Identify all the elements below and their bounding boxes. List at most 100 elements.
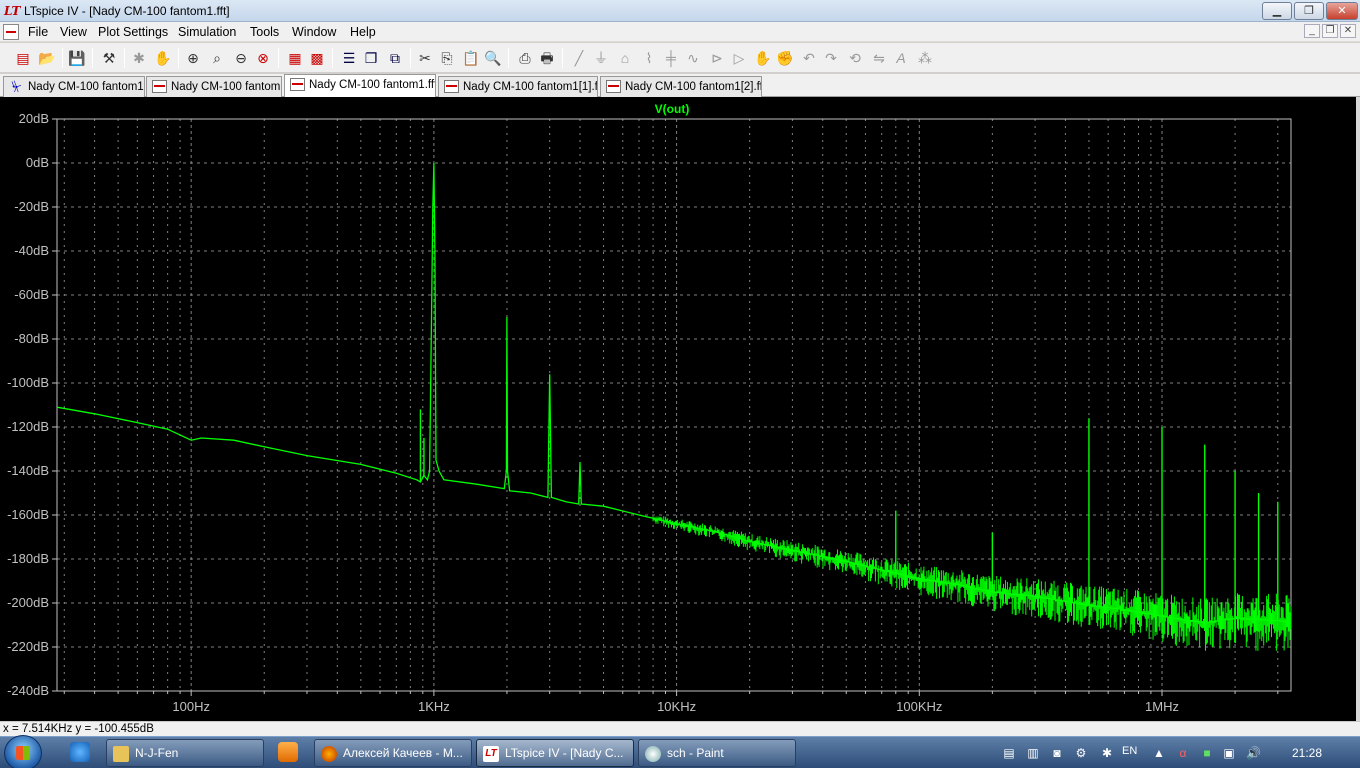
new-schematic-icon[interactable]: ▤ [14, 49, 32, 67]
menu-simulation[interactable]: Simulation [178, 25, 236, 39]
title-bar: LT LTspice IV - [Nady CM-100 fantom1.fft… [0, 0, 1360, 22]
trace-label[interactable]: V(out) [655, 102, 690, 116]
mdi-close-button[interactable]: ✕ [1340, 24, 1356, 38]
cascade-icon[interactable]: ❐ [362, 49, 380, 67]
zoom-in-icon[interactable]: ⊕ [184, 49, 202, 67]
x-tick-label: 10KHz [657, 699, 696, 714]
clock[interactable]: 21:28 [1292, 746, 1322, 760]
paste-icon[interactable]: 📋 [462, 49, 480, 67]
bluetooth-tray-icon[interactable]: ✱ [1100, 746, 1114, 760]
zoom-area-icon[interactable]: ⌕ [208, 49, 226, 67]
toolbar-separator [178, 48, 179, 68]
taskbar-item-paint[interactable]: sch - Paint [638, 739, 796, 767]
close-window-icon[interactable]: ⧉ [386, 49, 404, 67]
tab-fft-1[interactable]: Nady CM-100 fantom1[1].fft [438, 76, 598, 97]
ground-icon[interactable]: ⏚ [592, 49, 610, 67]
menu-plot-settings[interactable]: Plot Settings [98, 25, 168, 39]
mdi-restore-button[interactable]: ❐ [1322, 24, 1338, 38]
fft-chart[interactable]: 20dB 0dB -20dB -40dB -60dB -80dB -100dB -120dB -… [0, 97, 1356, 721]
waveform-plot[interactable]: 20dB 0dB -20dB -40dB -60dB -80dB -100dB -120dB -… [0, 97, 1356, 721]
undo-icon[interactable]: ↶ [800, 49, 818, 67]
inductor-icon[interactable]: ∿ [684, 49, 702, 67]
menu-tools[interactable]: Tools [250, 25, 279, 39]
menu-help[interactable]: Help [350, 25, 376, 39]
window-title: LTspice IV - [Nady CM-100 fantom1.fft] [24, 4, 230, 18]
redo-icon[interactable]: ↷ [822, 49, 840, 67]
start-button[interactable] [4, 735, 42, 768]
rotate-icon[interactable]: ⟲ [846, 49, 864, 67]
run-icon[interactable]: ✱ [130, 49, 148, 67]
print-preview-icon[interactable]: ⎙ [516, 49, 534, 67]
component-icon[interactable]: ▷ [730, 49, 748, 67]
wire-icon[interactable]: ╱ [570, 49, 588, 67]
waveform-icon [290, 78, 305, 91]
move-icon[interactable]: ✋ [754, 49, 772, 67]
media-player-icon[interactable] [278, 742, 298, 762]
taskbar-item-ltspice[interactable]: LT LTspice IV - [Nady C... [476, 739, 634, 767]
display-tray-icon[interactable]: ▣ [1222, 746, 1236, 760]
mirror-icon[interactable]: ⇋ [870, 49, 888, 67]
toolbar: ▤ 📂 💾 ⚒ ✱ ✋ ⊕ ⌕ ⊖ ⊗ ▦ ▩ ☰ ❐ ⧉ ✂ ⎘ 📋 🔍 ⎙ … [0, 43, 1360, 73]
alpha-tray-icon[interactable]: α [1176, 746, 1190, 760]
toolbar-separator [124, 48, 125, 68]
taskbar-item-folder[interactable]: N-J-Fen [106, 739, 264, 767]
y-tick-label: -20dB [14, 199, 49, 214]
menu-view[interactable]: View [60, 25, 87, 39]
document-waveform-icon[interactable] [3, 24, 19, 40]
menu-bar: File View Plot Settings Simulation Tools… [0, 22, 1360, 42]
copy-icon[interactable]: ⎘ [438, 49, 456, 67]
resistor-icon[interactable]: ⌇ [640, 49, 658, 67]
diode-icon[interactable]: ⊳ [708, 49, 726, 67]
mdi-minimize-button[interactable]: _ [1304, 24, 1320, 38]
print-icon[interactable]: 🖶 [538, 49, 556, 67]
spice-directive-icon[interactable]: ⁂ [916, 49, 934, 67]
folder-icon [113, 746, 129, 762]
halt-icon[interactable]: ✋ [154, 49, 172, 67]
autorange-icon[interactable]: ▦ [286, 49, 304, 67]
save-icon[interactable]: 💾 [68, 49, 86, 67]
documents-tray-icon[interactable]: ▥ [1026, 746, 1040, 760]
minimize-button[interactable]: ▁ [1262, 2, 1292, 20]
network-tray-icon[interactable]: ◙ [1050, 746, 1064, 760]
x-tick-label: 1KHz [418, 699, 450, 714]
taskbar-label: LTspice IV - [Nady C... [505, 746, 624, 760]
tab-schematic[interactable]: ⏧ Nady CM-100 fantom1 [3, 76, 145, 97]
y-tick-label: -220dB [7, 639, 49, 654]
label-net-icon[interactable]: ⌂ [616, 49, 634, 67]
y-tick-label: -140dB [7, 463, 49, 478]
settings-tray-icon[interactable]: ⚙ [1074, 746, 1088, 760]
text-icon[interactable]: A [892, 49, 910, 67]
tile-horizontal-icon[interactable]: ☰ [340, 49, 358, 67]
close-button[interactable]: ✕ [1326, 2, 1358, 20]
menu-file[interactable]: File [28, 25, 48, 39]
open-folder-icon[interactable]: 📂 [38, 49, 56, 67]
language-indicator[interactable]: EN [1122, 745, 1137, 757]
cut-icon[interactable]: ✂ [416, 49, 434, 67]
zoom-out-icon[interactable]: ⊖ [232, 49, 250, 67]
tab-waveform[interactable]: Nady CM-100 fantom1 [146, 76, 282, 97]
scrollbar[interactable] [1356, 97, 1360, 721]
internet-explorer-icon[interactable] [70, 742, 90, 762]
menu-window[interactable]: Window [292, 25, 336, 39]
control-panel-icon[interactable]: ⚒ [100, 49, 118, 67]
tab-fft-2[interactable]: Nady CM-100 fantom1[2].fft [600, 76, 762, 97]
drag-icon[interactable]: ✊ [776, 49, 794, 67]
battery-tray-icon[interactable]: ■ [1200, 746, 1214, 760]
toolbar-separator [92, 48, 93, 68]
restore-button[interactable]: ❐ [1294, 2, 1324, 20]
tab-label: Nady CM-100 fantom1 [28, 81, 144, 93]
find-icon[interactable]: 🔍 [484, 49, 502, 67]
y-tick-label: -120dB [7, 419, 49, 434]
capacitor-icon[interactable]: ╪ [662, 49, 680, 67]
toolbar-separator [332, 48, 333, 68]
y-tick-label: -100dB [7, 375, 49, 390]
toolbar-separator [410, 48, 411, 68]
tab-fft-active[interactable]: Nady CM-100 fantom1.fft [284, 74, 436, 97]
taskbar-item-firefox[interactable]: Алексей Качеев - М... [314, 739, 472, 767]
volume-icon[interactable]: 🔊 [1246, 746, 1261, 760]
explorer-tray-icon[interactable]: ▤ [1002, 746, 1016, 760]
zoom-fit-icon[interactable]: ⊗ [254, 49, 272, 67]
grid-icon[interactable]: ▩ [308, 49, 326, 67]
show-hidden-icons-icon[interactable]: ▲ [1152, 746, 1166, 760]
tab-label: Nady CM-100 fantom1[2].fft [625, 81, 762, 93]
